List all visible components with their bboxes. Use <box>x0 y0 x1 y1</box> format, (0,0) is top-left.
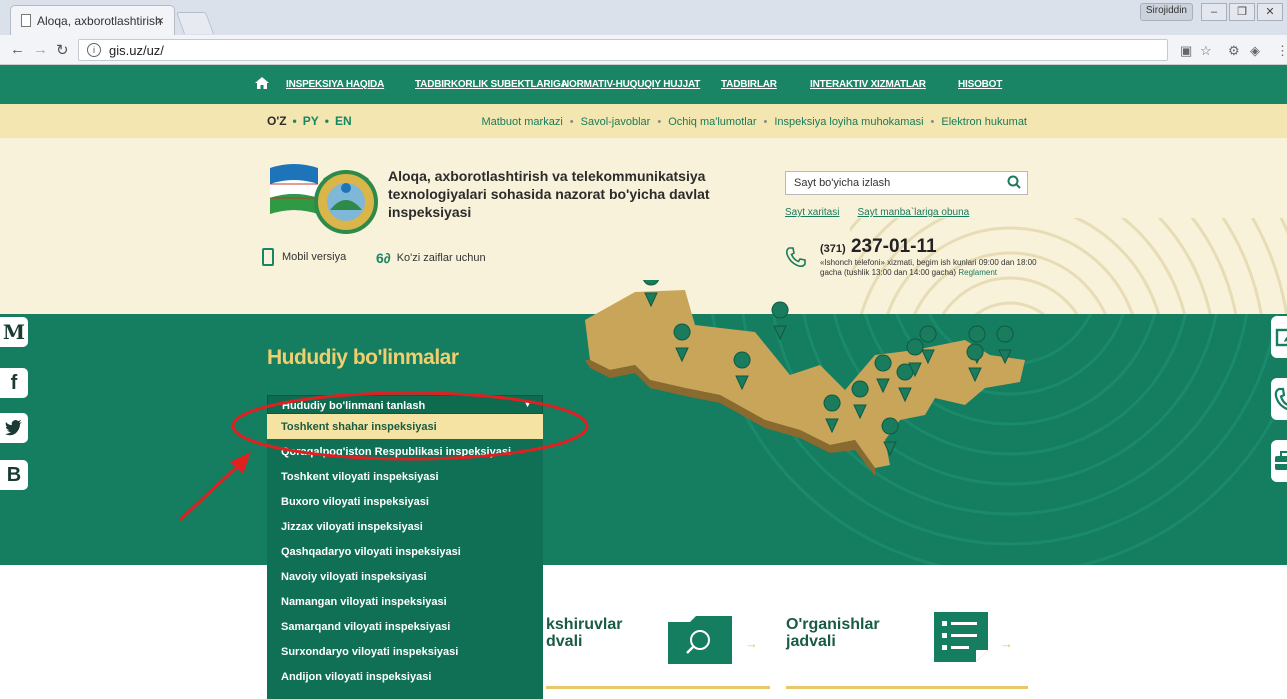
mail-social-icon[interactable]: M <box>0 317 28 347</box>
regional-option[interactable]: Andijon viloyati inspeksiyasi <box>267 664 543 689</box>
url-input[interactable]: i gis.uz/uz/ <box>78 39 1168 61</box>
facebook-icon[interactable]: f <box>0 368 28 398</box>
regional-units-title: Hududiy bo'linmalar <box>267 346 459 369</box>
link-egov[interactable]: Elektron hukumat <box>941 116 1027 128</box>
url-text: gis.uz/uz/ <box>109 43 164 58</box>
studies-line2: jadvali <box>786 633 836 650</box>
regional-unit-select[interactable]: Hududiy bo'linmani tanlash ▼ <box>267 395 543 414</box>
reload-icon[interactable]: ↻ <box>56 41 69 59</box>
window-controls: Sirojiddin – ❐ ✕ <box>1139 3 1283 21</box>
link-faq[interactable]: Savol-javoblar <box>581 116 651 128</box>
translate-icon[interactable]: ▣ <box>1180 43 1192 59</box>
callback-phone-icon[interactable] <box>1271 378 1287 420</box>
forward-icon[interactable]: → <box>33 41 48 58</box>
low-vision-link[interactable]: 6∂ Ko'zi zaiflar uchun <box>376 250 486 266</box>
main-navigation: INSPEKSIYA HAQIDA TADBIRKORLIK SUBEKTLAR… <box>0 65 1287 104</box>
search-links: Sayt xaritasi Sayt manba`lariga obuna <box>785 207 987 218</box>
feedback-edit-icon[interactable] <box>1271 316 1287 358</box>
phone-number: 237-01-11 <box>850 236 937 257</box>
studies-arrow-icon[interactable]: → <box>1000 636 1013 651</box>
phone-icon <box>785 247 806 268</box>
glasses-icon: 6∂ <box>376 250 391 266</box>
regional-option[interactable]: Jizzax viloyati inspeksiyasi <box>267 514 543 539</box>
inspections-underline <box>546 686 770 689</box>
extension-icon[interactable]: ⚙ <box>1228 43 1240 59</box>
studies-line1: O'rganishlar <box>786 616 880 633</box>
bookmark-star-icon[interactable]: ☆ <box>1200 43 1212 59</box>
sitemap-link[interactable]: Sayt xaritasi <box>785 207 839 218</box>
regional-option[interactable]: Toshkent shahar inspeksiyasi <box>267 414 543 439</box>
low-vision-label: Ko'zi zaiflar uchun <box>396 251 486 264</box>
tab-title: Aloqa, axborotlashtirish <box>37 14 162 28</box>
regional-unit-options: Toshkent shahar inspeksiyasi Qoraqalpog'i… <box>267 414 543 699</box>
mobile-phone-icon <box>262 248 274 266</box>
uzbekistan-map <box>585 280 1025 476</box>
folder-search-icon[interactable] <box>668 616 732 664</box>
regional-option[interactable]: Qoraqalpog'iston Respublikasi inspeksiya… <box>267 439 543 464</box>
inspections-line1: kshiruvlar <box>546 616 623 633</box>
menu-icon[interactable]: ⋮ <box>1276 43 1287 59</box>
search-icon[interactable] <box>1007 175 1021 189</box>
restore-icon[interactable]: ❐ <box>1229 3 1255 21</box>
regional-option[interactable]: Buxoro viloyati inspeksiyasi <box>267 489 543 514</box>
profile-button[interactable]: Sirojiddin <box>1139 3 1193 21</box>
inspections-schedule-title[interactable]: kshiruvlar dvali <box>546 616 622 650</box>
select-label: Hududiy bo'linmani tanlash <box>282 400 426 412</box>
regional-option[interactable]: Qashqadaryo viloyati inspeksiyasi <box>267 539 543 564</box>
organization-name: Aloqa, axborotlashtirish va telekommunik… <box>388 168 710 220</box>
phone-code: (371) <box>820 243 846 255</box>
mobile-version-label: Mobil versiya <box>282 250 347 263</box>
nav-legal[interactable]: NORMATIV-HUQUQIY HUJJAT <box>562 79 700 90</box>
document-list-icon[interactable] <box>934 612 988 662</box>
home-icon[interactable] <box>255 77 269 89</box>
chevron-down-icon: ▼ <box>523 399 532 409</box>
studies-underline <box>786 686 1028 689</box>
new-tab-button[interactable] <box>175 12 215 34</box>
close-window-icon[interactable]: ✕ <box>1257 3 1283 21</box>
regional-option[interactable]: Samarqand viloyati inspeksiyasi <box>267 614 543 639</box>
address-bar: ← → ↻ i gis.uz/uz/ ▣ ☆ ⚙ ◈ ⋮ <box>0 35 1287 65</box>
regional-option[interactable]: Surxondaryo viloyati inspeksiyasi <box>267 639 543 664</box>
nav-about[interactable]: INSPEKSIYA HAQIDA <box>286 79 384 90</box>
reglament-link[interactable]: Reglament <box>958 268 997 277</box>
state-emblem-logo <box>270 164 378 234</box>
hotline-number: (371) 237-01-11 <box>820 236 937 258</box>
mobile-version-link[interactable]: Mobil versiya <box>262 248 346 266</box>
hotline-note: «Ishonch telefoni» xizmati, begim ish ku… <box>820 258 1040 278</box>
twitter-icon[interactable] <box>0 413 28 443</box>
subscribe-link[interactable]: Sayt manba`lariga obuna <box>857 207 969 218</box>
close-tab-icon[interactable]: × <box>156 13 164 28</box>
lang-ru[interactable]: PY <box>303 114 319 128</box>
browser-tab[interactable]: Aloqa, axborotlashtirish × <box>10 5 175 35</box>
nav-events[interactable]: TADBIRLAR <box>721 79 777 90</box>
language-switcher: O'Z • PY • EN <box>267 114 352 128</box>
studies-schedule-title[interactable]: O'rganishlar jadvali <box>786 616 880 650</box>
search-placeholder: Sayt bo'yicha izlash <box>794 177 891 189</box>
hotline-description: «Ishonch telefoni» xizmati, begim ish ku… <box>820 258 1037 277</box>
inspections-line2: dvali <box>546 633 583 650</box>
regional-option[interactable]: Toshkent viloyati inspeksiyasi <box>267 464 543 489</box>
inspections-arrow-icon[interactable]: → <box>745 636 758 651</box>
nav-services[interactable]: INTERAKTIV XIZMATLAR <box>810 79 926 90</box>
secondary-links: Matbuot markazi • Savol-javoblar • Ochiq ma'… <box>481 116 1027 128</box>
briefcase-icon[interactable] <box>1271 440 1287 482</box>
extension-2-icon[interactable]: ◈ <box>1250 43 1260 59</box>
vk-icon[interactable]: B <box>0 460 28 490</box>
browser-tab-bar: Aloqa, axborotlashtirish × Sirojiddin – … <box>0 0 1287 35</box>
link-open-data[interactable]: Ochiq ma'lumotlar <box>668 116 756 128</box>
info-icon[interactable]: i <box>87 43 101 57</box>
page-icon <box>21 14 31 27</box>
back-icon[interactable]: ← <box>10 41 25 58</box>
secondary-bar: O'Z • PY • EN Matbuot markazi • Savol-javoblar… <box>0 104 1287 138</box>
lang-en[interactable]: EN <box>335 114 352 128</box>
nav-report[interactable]: HISOBOT <box>958 79 1002 90</box>
link-discussion[interactable]: Inspeksiya loyiha muhokamasi <box>774 116 923 128</box>
link-press[interactable]: Matbuot markazi <box>481 116 562 128</box>
lang-uz[interactable]: O'Z <box>267 114 287 128</box>
minimize-icon[interactable]: – <box>1201 3 1227 21</box>
nav-business[interactable]: TADBIRKORLIK SUBEKTLARIGA <box>415 79 568 90</box>
regional-option[interactable]: Namangan viloyati inspeksiyasi <box>267 589 543 614</box>
site-search-input[interactable]: Sayt bo'yicha izlash <box>785 171 1028 195</box>
regional-option[interactable]: Navoiy viloyati inspeksiyasi <box>267 564 543 589</box>
